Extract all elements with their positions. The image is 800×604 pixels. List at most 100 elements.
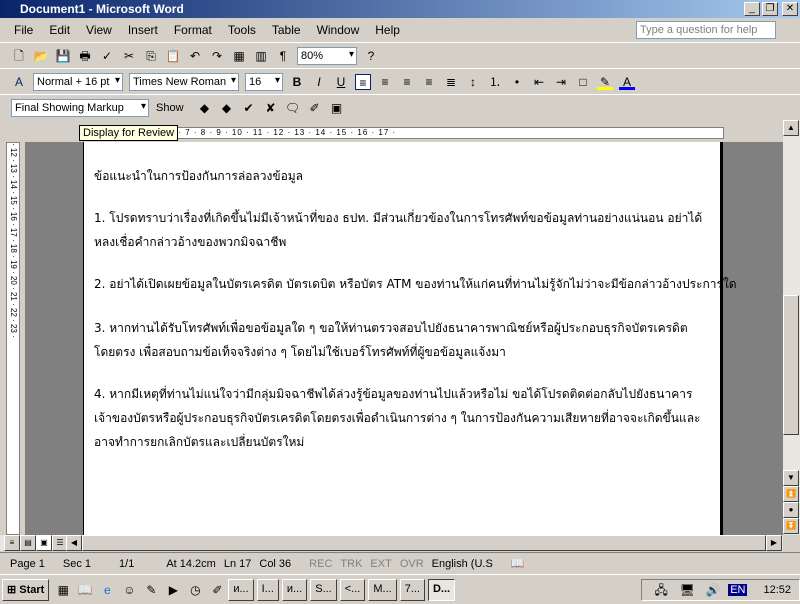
style-select[interactable]: Normal + 16 pt [33, 72, 123, 91]
scroll-left-button[interactable]: ◀ [66, 535, 82, 551]
comment-icon[interactable]: 🗨 [285, 100, 301, 116]
save-icon[interactable]: 💾 [55, 48, 71, 64]
volume-icon[interactable]: 🔊 [705, 582, 721, 598]
menu-view[interactable]: View [86, 23, 112, 37]
taskbar-button-7[interactable]: 7... [399, 578, 425, 601]
styles-icon[interactable]: A [11, 74, 27, 90]
paint-icon[interactable]: ✐ [209, 582, 225, 598]
previous-page-button[interactable]: ⏫ [783, 486, 799, 502]
line-spacing-icon[interactable]: ↕ [465, 74, 481, 90]
horizontal-scrollbar[interactable]: ≡ ▤ ▣ ☰ ◀ ▶ [0, 535, 783, 551]
media-player-icon[interactable]: ▶ [165, 582, 181, 598]
restore-button[interactable]: ❐ [762, 2, 778, 16]
status-trk[interactable]: TRK [340, 558, 362, 570]
scroll-up-button[interactable]: ▲ [783, 120, 799, 136]
taskbar-button-2[interactable]: I... [256, 578, 279, 601]
zoom-select[interactable]: 80% [297, 46, 357, 65]
menu-help[interactable]: Help [375, 23, 400, 37]
highlight-icon[interactable]: ✎ [597, 74, 613, 90]
align-center-icon[interactable]: ≡ [377, 74, 393, 90]
numbering-icon[interactable]: ⒈ [487, 74, 503, 90]
menu-insert[interactable]: Insert [128, 23, 158, 37]
help-icon[interactable]: ? [363, 48, 379, 64]
table-icon[interactable]: ▦ [231, 48, 247, 64]
next-change-icon[interactable]: ◆ [219, 100, 235, 116]
web-view-button[interactable]: ▤ [20, 535, 36, 551]
book-icon[interactable]: 📖 [77, 582, 93, 598]
justify-icon[interactable]: ≡ [421, 74, 437, 90]
taskbar-button-4[interactable]: S... [310, 578, 337, 601]
vertical-scrollbar[interactable]: ▲ ▼ ⏫ ● ⏬ [783, 120, 800, 535]
notepad-icon[interactable]: ✎ [143, 582, 159, 598]
cut-icon[interactable]: ✂ [121, 48, 137, 64]
font-select[interactable]: Times New Roman [129, 72, 239, 91]
undo-icon[interactable]: ↶ [187, 48, 203, 64]
minimize-button[interactable]: _ [744, 2, 760, 16]
columns-icon[interactable]: ▥ [253, 48, 269, 64]
reviewing-pane-icon[interactable]: ▣ [329, 100, 345, 116]
scroll-right-button[interactable]: ▶ [766, 535, 782, 551]
menu-file[interactable]: File [14, 23, 33, 37]
bold-icon[interactable]: B [289, 74, 305, 90]
taskbar-button-excel[interactable]: M... [368, 578, 397, 601]
menu-edit[interactable]: Edit [49, 23, 70, 37]
menu-tools[interactable]: Tools [228, 23, 256, 37]
scroll-down-button[interactable]: ▼ [783, 470, 799, 486]
outdent-icon[interactable]: ⇤ [531, 74, 547, 90]
taskbar-button-1[interactable]: и... [228, 578, 254, 601]
menu-window[interactable]: Window [317, 23, 360, 37]
reject-change-icon[interactable]: ✘ [263, 100, 279, 116]
select-browse-object-button[interactable]: ● [783, 502, 799, 518]
status-rec[interactable]: REC [309, 558, 332, 570]
spelling-status-icon[interactable]: 📖 [511, 557, 525, 570]
align-right-icon[interactable]: ≡ [399, 74, 415, 90]
messenger-icon[interactable]: ☺ [121, 582, 137, 598]
start-button[interactable]: ⊞ Start [2, 578, 50, 601]
redo-icon[interactable]: ↷ [209, 48, 225, 64]
language-indicator[interactable]: EN [728, 583, 748, 596]
status-ovr[interactable]: OVR [400, 558, 424, 570]
track-changes-icon[interactable]: ✐ [307, 100, 323, 116]
align-left-icon[interactable]: ≡ [355, 73, 371, 90]
menu-format[interactable]: Format [174, 23, 212, 37]
show-button[interactable]: Show [156, 102, 184, 114]
calculator-icon[interactable]: ▦ [55, 582, 71, 598]
monitor-icon[interactable]: 🖥 [679, 582, 695, 598]
document-page[interactable]: ข้อแนะนำในการป้องกันการล่อลวงข้อมูล 1. โ… [83, 142, 737, 535]
scroll-thumb[interactable] [783, 295, 799, 435]
copy-icon[interactable]: ⎘ [143, 48, 159, 64]
next-page-button[interactable]: ⏬ [783, 518, 799, 534]
taskbar-button-3[interactable]: и... [281, 578, 308, 601]
document-heading: ข้อแนะนำในการป้องกันการล่อลวงข้อมูล [94, 169, 304, 183]
accept-change-icon[interactable]: ✔ [241, 100, 257, 116]
previous-change-icon[interactable]: ◆ [197, 100, 213, 116]
status-page: Page 1 [10, 557, 45, 570]
help-search-input[interactable]: Type a question for help [636, 21, 776, 39]
paste-icon[interactable]: 📋 [165, 48, 181, 64]
print-layout-button[interactable]: ▣ [36, 535, 52, 551]
border-icon[interactable]: □ [575, 74, 591, 90]
font-color-icon[interactable]: A [619, 74, 635, 90]
spelling-icon[interactable]: ✓ [99, 48, 115, 64]
status-ext[interactable]: EXT [370, 558, 391, 570]
normal-view-button[interactable]: ≡ [4, 535, 20, 551]
close-button[interactable]: ✕ [782, 2, 798, 16]
italic-icon[interactable]: I [311, 74, 327, 90]
taskbar-button-5[interactable]: <... [339, 578, 366, 601]
underline-icon[interactable]: U [333, 74, 349, 90]
new-icon[interactable]: 🗋 [11, 48, 27, 64]
horizontal-scroll-thumb[interactable] [82, 535, 766, 551]
clock-app-icon[interactable]: ◷ [187, 582, 203, 598]
show-hide-icon[interactable]: ¶ [275, 48, 291, 64]
markup-display-select[interactable]: Final Showing Markup [11, 98, 149, 117]
internet-explorer-icon[interactable]: e [99, 582, 115, 598]
font-size-select[interactable]: 16 [245, 72, 283, 91]
bullets-icon[interactable]: • [509, 74, 525, 90]
distributed-icon[interactable]: ≣ [443, 74, 459, 90]
open-icon[interactable]: 📂 [33, 48, 49, 64]
menu-table[interactable]: Table [272, 23, 301, 37]
network-icon[interactable]: 🖧 [653, 582, 669, 598]
taskbar-button-word[interactable]: D... [427, 578, 456, 601]
print-icon[interactable]: 🖶 [77, 48, 93, 64]
indent-icon[interactable]: ⇥ [553, 74, 569, 90]
